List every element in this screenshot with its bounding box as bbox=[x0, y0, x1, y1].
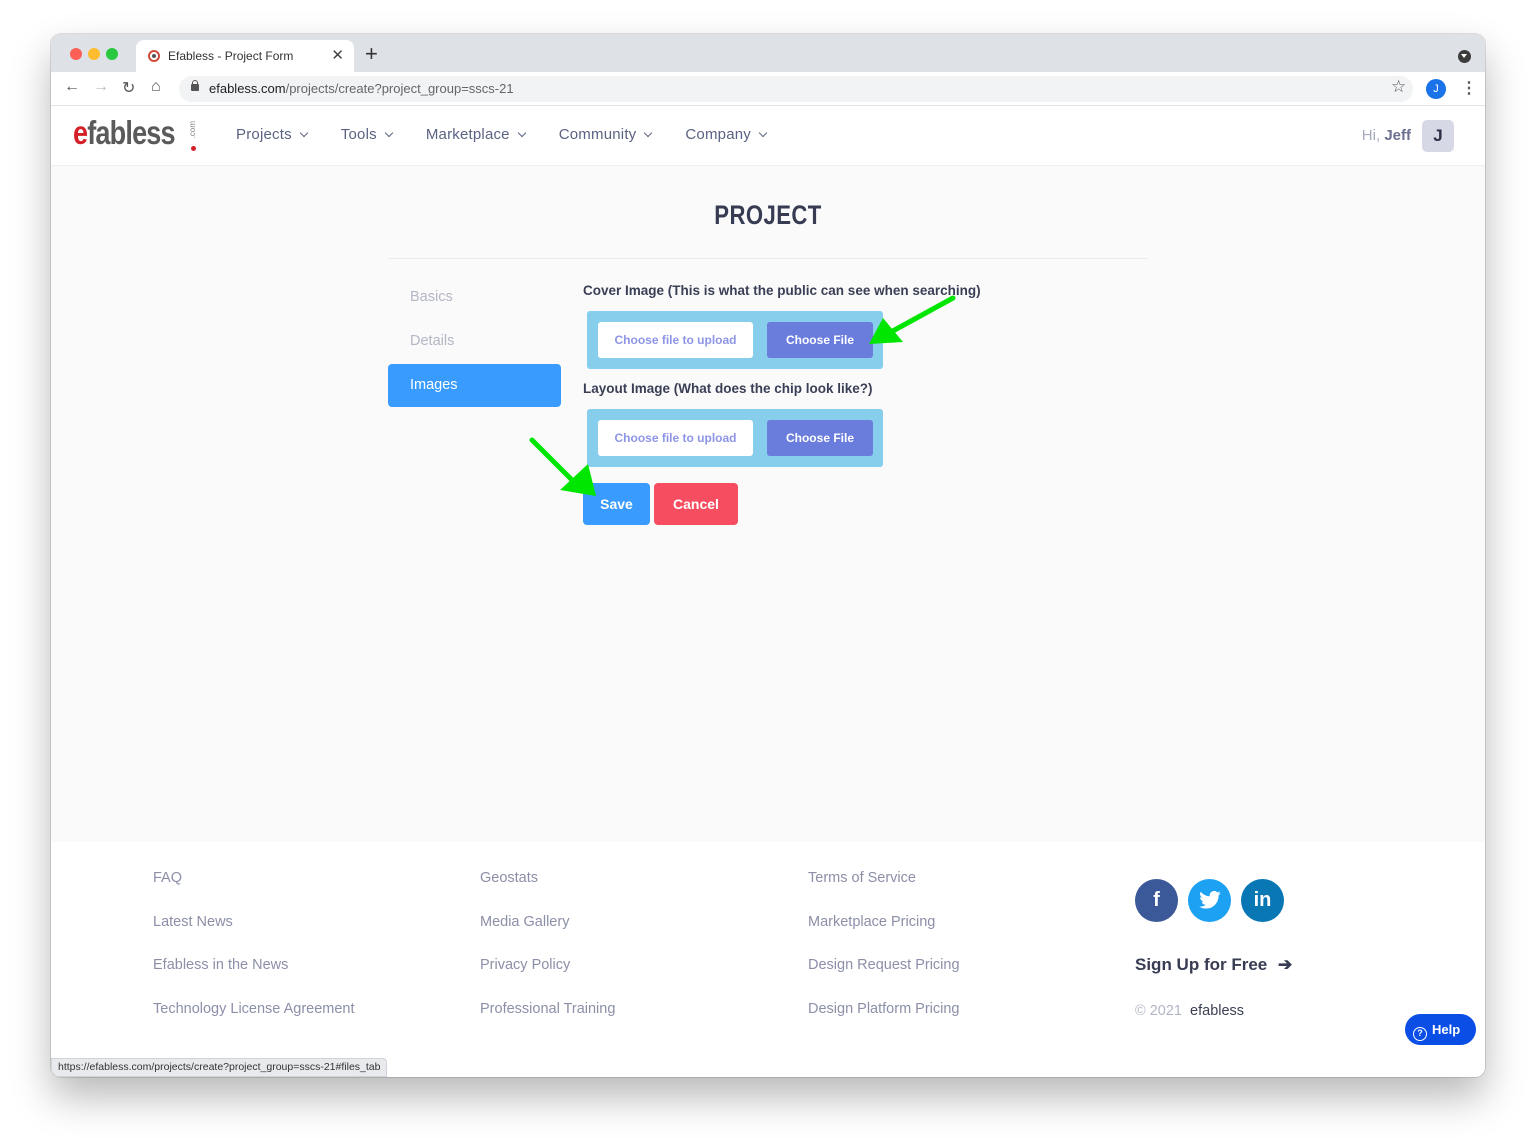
footer-link-latest-news[interactable]: Latest News bbox=[153, 914, 233, 930]
chevron-down-icon bbox=[299, 128, 309, 137]
cover-image-upload: Choose file to upload Choose File bbox=[587, 311, 883, 369]
footer-link-marketplace-pricing[interactable]: Marketplace Pricing bbox=[808, 914, 935, 930]
tab-search-icon[interactable] bbox=[1458, 50, 1471, 63]
url-text: efabless.com/projects/create?project_gro… bbox=[209, 81, 514, 96]
close-tab-icon[interactable]: ✕ bbox=[331, 46, 344, 64]
cancel-button[interactable]: Cancel bbox=[654, 483, 738, 525]
footer-link-technology-license[interactable]: Technology License Agreement bbox=[153, 1001, 355, 1017]
nav-projects[interactable]: Projects bbox=[236, 126, 309, 143]
footer-link-faq[interactable]: FAQ bbox=[153, 870, 182, 886]
chevron-down-icon bbox=[644, 128, 653, 137]
footer-link-media-gallery[interactable]: Media Gallery bbox=[480, 914, 569, 930]
title-divider bbox=[388, 258, 1148, 259]
new-tab-icon[interactable]: + bbox=[365, 41, 378, 67]
nav-tools[interactable]: Tools bbox=[341, 126, 394, 143]
layout-image-upload: Choose file to upload Choose File bbox=[587, 409, 883, 467]
save-button[interactable]: Save bbox=[583, 483, 650, 525]
tab-strip: Efabless - Project Form ✕ + bbox=[51, 34, 1485, 72]
favicon-icon bbox=[148, 50, 160, 62]
maximize-window-button[interactable] bbox=[106, 48, 118, 60]
lock-icon bbox=[191, 80, 199, 91]
status-bar-url: https://efabless.com/projects/create?pro… bbox=[51, 1058, 388, 1077]
browser-toolbar: ← → ↻ ⌂ efabless.com/projects/create?pro… bbox=[51, 72, 1485, 106]
user-avatar[interactable]: J bbox=[1422, 120, 1454, 152]
efabless-logo[interactable]: efabless bbox=[73, 114, 176, 152]
side-tab-details[interactable]: Details bbox=[388, 320, 561, 363]
chevron-down-icon bbox=[758, 128, 768, 137]
layout-image-choose-file-button[interactable]: Choose File bbox=[767, 420, 873, 456]
help-icon: ? bbox=[1413, 1027, 1427, 1041]
footer-link-privacy-policy[interactable]: Privacy Policy bbox=[480, 957, 570, 973]
linkedin-icon[interactable]: in bbox=[1241, 879, 1284, 922]
twitter-icon[interactable] bbox=[1188, 879, 1231, 922]
chevron-down-icon bbox=[517, 128, 526, 137]
footer-link-design-platform-pricing[interactable]: Design Platform Pricing bbox=[808, 1001, 960, 1017]
chevron-down-icon bbox=[384, 128, 394, 137]
tab-title: Efabless - Project Form bbox=[168, 49, 294, 63]
nav-company[interactable]: Company bbox=[685, 126, 768, 143]
footer-link-terms[interactable]: Terms of Service bbox=[808, 870, 916, 886]
footer-link-professional-training[interactable]: Professional Training bbox=[480, 1001, 615, 1017]
footer-link-design-request-pricing[interactable]: Design Request Pricing bbox=[808, 957, 960, 973]
logo-suffix: .com bbox=[188, 121, 197, 139]
main-nav: Projects Tools Marketplace Community Com… bbox=[236, 126, 800, 143]
footer-link-geostats[interactable]: Geostats bbox=[480, 870, 538, 886]
nav-marketplace[interactable]: Marketplace bbox=[426, 126, 526, 143]
logo-dot bbox=[191, 146, 196, 151]
layout-image-file-input[interactable]: Choose file to upload bbox=[598, 420, 753, 456]
cover-image-label: Cover Image (This is what the public can… bbox=[583, 283, 981, 298]
cover-image-file-input[interactable]: Choose file to upload bbox=[598, 322, 753, 358]
site-header: efabless .com Projects Tools Marketplace… bbox=[51, 106, 1485, 166]
side-tab-basics[interactable]: Basics bbox=[388, 276, 561, 319]
minimize-window-button[interactable] bbox=[88, 48, 100, 60]
reload-icon[interactable]: ↻ bbox=[122, 78, 135, 98]
profile-avatar[interactable]: J bbox=[1426, 79, 1446, 99]
nav-community[interactable]: Community bbox=[559, 126, 653, 143]
arrow-right-icon: ➔ bbox=[1277, 955, 1293, 974]
back-icon[interactable]: ← bbox=[64, 78, 80, 96]
bookmark-star-icon[interactable]: ☆ bbox=[1391, 77, 1406, 97]
forward-icon[interactable]: → bbox=[93, 78, 109, 96]
layout-image-label: Layout Image (What does the chip look li… bbox=[583, 381, 873, 396]
sign-up-link[interactable]: Sign Up for Free ➔ bbox=[1135, 955, 1292, 975]
help-button[interactable]: ? Help bbox=[1405, 1014, 1476, 1045]
address-bar[interactable]: efabless.com/projects/create?project_gro… bbox=[179, 76, 1413, 102]
browser-tab[interactable]: Efabless - Project Form ✕ bbox=[136, 40, 354, 72]
user-greeting: Hi, Jeff bbox=[1361, 127, 1411, 144]
cover-image-choose-file-button[interactable]: Choose File bbox=[767, 322, 873, 358]
footer-link-efabless-in-news[interactable]: Efabless in the News bbox=[153, 957, 288, 973]
browser-window: Efabless - Project Form ✕ + ← → ↻ ⌂ efab… bbox=[51, 34, 1485, 1077]
close-window-button[interactable] bbox=[70, 48, 82, 60]
home-icon[interactable]: ⌂ bbox=[151, 78, 161, 96]
copyright: © 2021 efabless bbox=[1135, 1003, 1245, 1019]
side-tab-images[interactable]: Images bbox=[388, 364, 561, 407]
page-title: PROJECT bbox=[714, 200, 822, 230]
facebook-icon[interactable]: f bbox=[1135, 879, 1178, 922]
menu-kebab-icon[interactable]: ⋮ bbox=[1461, 78, 1477, 98]
